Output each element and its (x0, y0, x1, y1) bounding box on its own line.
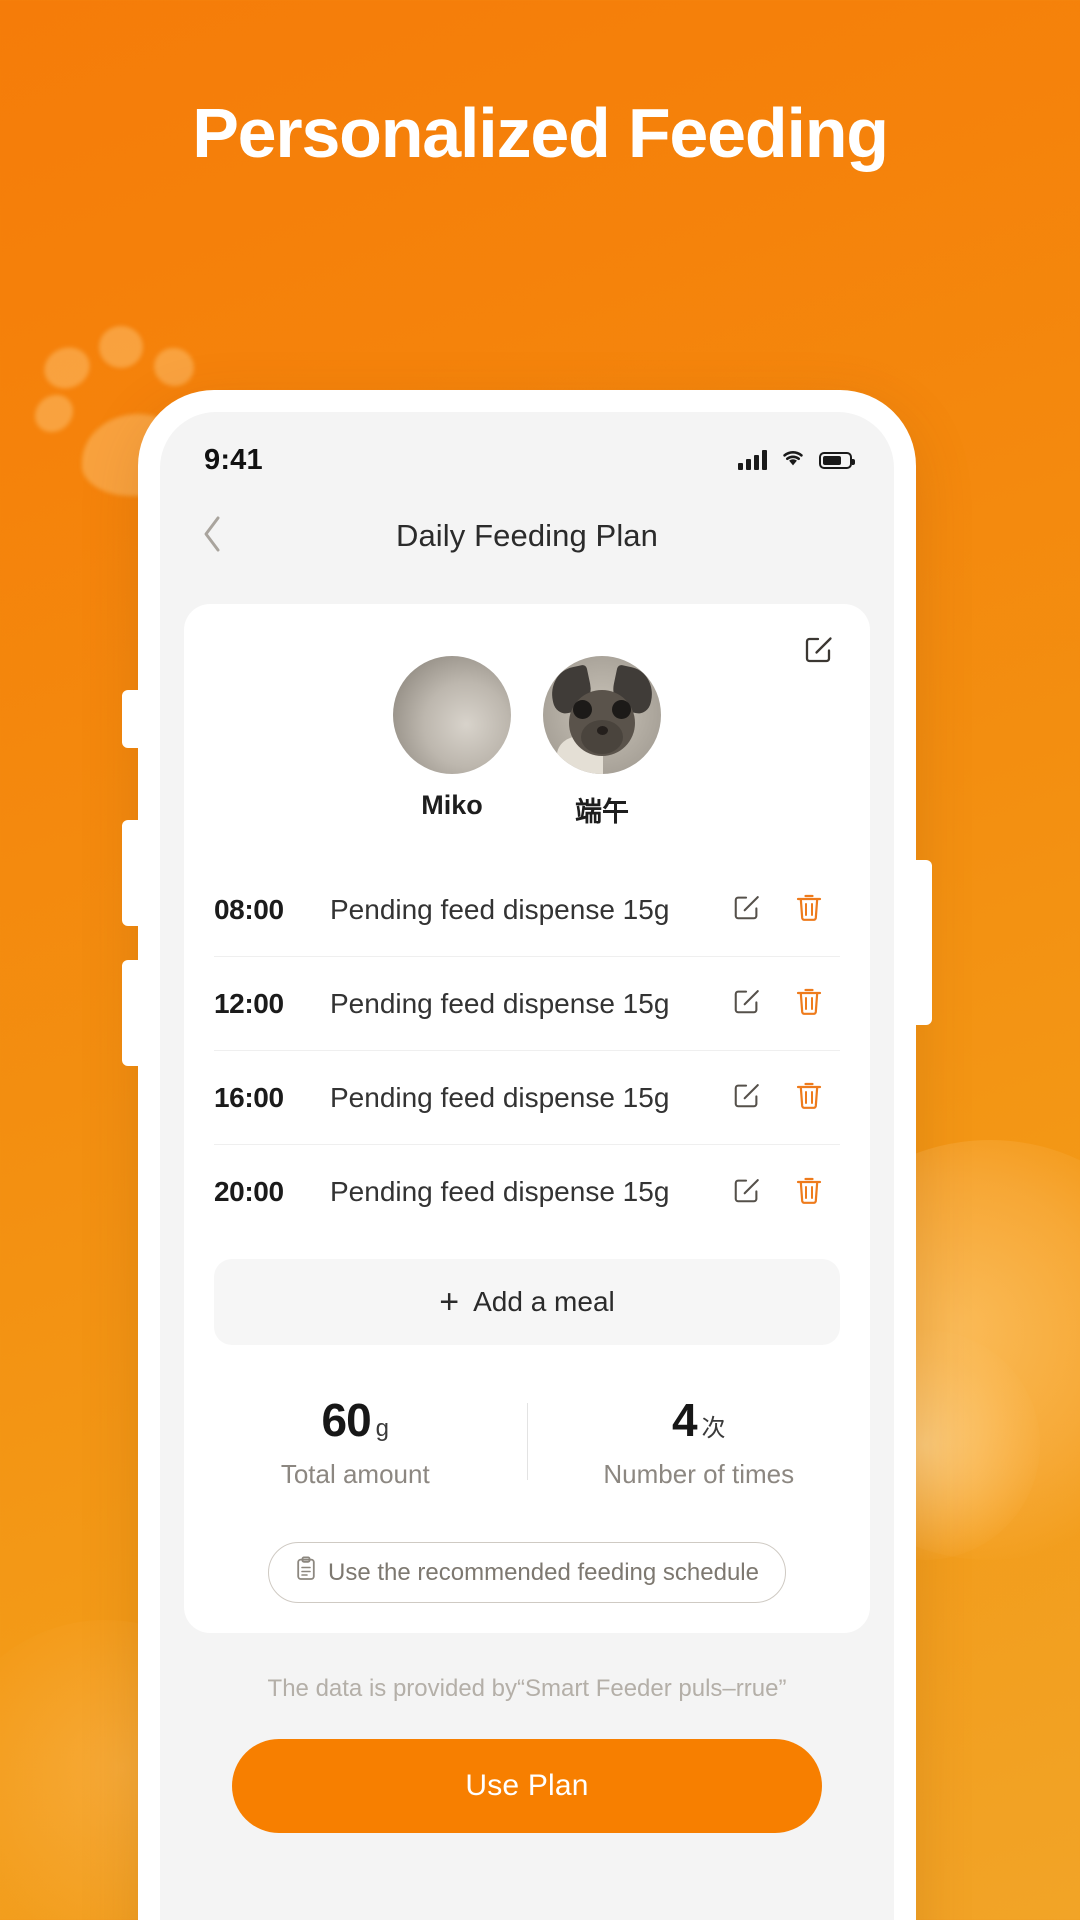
table-row[interactable]: 08:00 Pending feed dispense 15g (214, 863, 840, 957)
use-recommended-schedule-button[interactable]: Use the recommended feeding schedule (268, 1542, 786, 1603)
phone-screen: 9:41 Daily Feeding Plan Miko 端午 08:00 Pe… (160, 412, 894, 1920)
meal-time: 12:00 (214, 987, 284, 1019)
stat-label: Total amount (280, 1459, 430, 1489)
trash-icon (795, 1080, 823, 1115)
meal-edit-button[interactable] (716, 1175, 778, 1210)
plus-icon: + (439, 1283, 460, 1321)
stat-value: 60 (321, 1394, 371, 1446)
add-meal-label: Add a meal (473, 1286, 615, 1317)
meal-delete-button[interactable] (778, 986, 840, 1021)
status-bar: 9:41 (160, 412, 894, 490)
trash-icon (795, 1175, 823, 1210)
phone-silent-switch[interactable] (122, 690, 140, 748)
use-recommended-schedule-label: Use the recommended feeding schedule (328, 1558, 759, 1586)
meal-time: 16:00 (214, 1081, 284, 1113)
avatar (393, 656, 511, 774)
wifi-icon (780, 448, 806, 472)
card-edit-button[interactable] (796, 628, 842, 674)
pet-list: Miko 端午 (184, 656, 870, 829)
status-time: 9:41 (204, 443, 263, 476)
meal-time: 08:00 (214, 893, 284, 925)
meal-description: Pending feed dispense 15g (330, 987, 670, 1019)
stat-value: 4 (671, 1394, 698, 1446)
trash-icon (795, 986, 823, 1021)
add-meal-button[interactable]: + Add a meal (214, 1259, 840, 1345)
trash-icon (795, 892, 823, 927)
table-row[interactable]: 12:00 Pending feed dispense 15g (214, 957, 840, 1051)
table-row[interactable]: 20:00 Pending feed dispense 15g (214, 1145, 840, 1239)
stat-unit: 次 (701, 1415, 726, 1442)
edit-square-icon (732, 892, 762, 927)
table-row[interactable]: 16:00 Pending feed dispense 15g (214, 1051, 840, 1145)
recommend-row: Use the recommended feeding schedule (184, 1542, 870, 1603)
meal-description: Pending feed dispense 15g (330, 893, 670, 925)
avatar (543, 656, 661, 774)
phone-volume-down-button[interactable] (122, 960, 140, 1066)
status-icons (738, 448, 855, 472)
pet-item[interactable]: Miko (388, 656, 516, 829)
pet-name: 端午 (575, 797, 629, 827)
chevron-left-icon (201, 515, 223, 558)
edit-square-icon (803, 633, 835, 670)
nav-title: Daily Feeding Plan (395, 518, 658, 553)
meal-edit-button[interactable] (716, 892, 778, 927)
meal-edit-button[interactable] (716, 1080, 778, 1115)
phone-volume-up-button[interactable] (122, 820, 140, 926)
edit-square-icon (732, 1175, 762, 1210)
meal-description: Pending feed dispense 15g (330, 1176, 670, 1207)
use-plan-button[interactable]: Use Plan (232, 1739, 822, 1833)
cellular-bars-icon (738, 450, 767, 470)
meal-edit-button[interactable] (716, 986, 778, 1021)
page-title: Personalized Feeding (192, 94, 889, 172)
stats-summary: 60 g Total amount 4次 Number of times (184, 1393, 870, 1490)
phone-mockup: 9:41 Daily Feeding Plan Miko 端午 08:00 Pe… (122, 390, 932, 1920)
phone-power-button[interactable] (914, 860, 932, 1025)
pet-item[interactable]: 端午 (538, 656, 666, 829)
data-source-note: The data is provided by“Smart Feeder pul… (267, 1675, 787, 1702)
battery-icon (819, 451, 855, 469)
clipboard-icon (295, 1556, 317, 1589)
pet-name: Miko (421, 790, 483, 820)
edit-square-icon (732, 1080, 762, 1115)
stat-unit: g (375, 1415, 390, 1442)
stat-total-amount: 60 g Total amount (184, 1393, 527, 1490)
feeding-plan-card: Miko 端午 08:00 Pending feed dispense 15g … (184, 604, 870, 1633)
meal-description: Pending feed dispense 15g (330, 1081, 670, 1113)
back-button[interactable] (188, 512, 236, 560)
nav-bar: Daily Feeding Plan (160, 490, 894, 582)
meal-list: 08:00 Pending feed dispense 15g 12:00 Pe… (184, 863, 870, 1239)
cta-container: Use Plan (232, 1739, 822, 1833)
stat-number-of-times: 4次 Number of times (528, 1393, 871, 1490)
stat-label: Number of times (603, 1459, 795, 1489)
meal-time: 20:00 (214, 1176, 284, 1207)
meal-delete-button[interactable] (778, 1080, 840, 1115)
meal-delete-button[interactable] (778, 1175, 840, 1210)
meal-delete-button[interactable] (778, 892, 840, 927)
edit-square-icon (732, 986, 762, 1021)
